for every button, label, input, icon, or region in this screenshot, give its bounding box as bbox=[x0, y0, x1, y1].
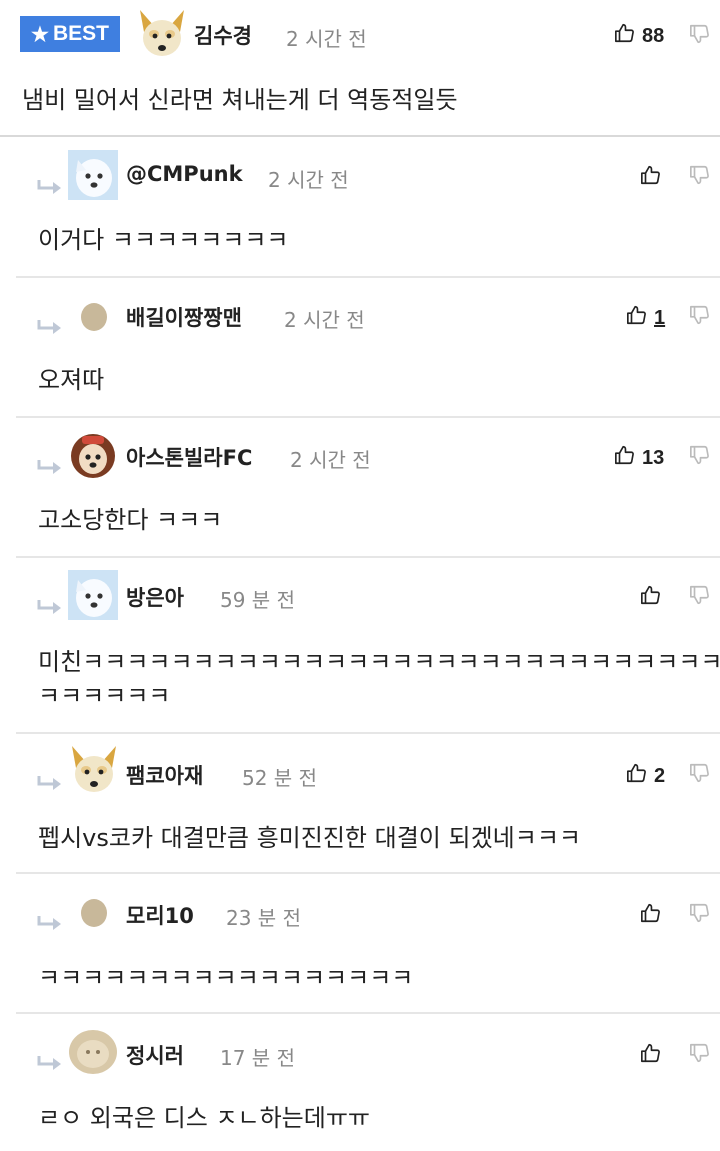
thumbs-up-icon bbox=[626, 762, 648, 790]
comment-body: 냄비 밀어서 신라면 쳐내는게 더 역동적일듯 bbox=[22, 86, 458, 114]
like-button[interactable]: 13 bbox=[614, 444, 664, 472]
like-count: 2 bbox=[654, 764, 666, 787]
reply-arrow-icon bbox=[36, 774, 62, 796]
dog-avatar-icon[interactable] bbox=[136, 8, 188, 60]
thumbs-down-icon[interactable] bbox=[689, 444, 711, 470]
blurry-avatar-icon[interactable] bbox=[68, 1028, 118, 1076]
thumbs-down-icon[interactable] bbox=[689, 1042, 711, 1068]
dog-avatar-icon[interactable] bbox=[68, 744, 120, 796]
like-count: 1 bbox=[654, 306, 666, 329]
comment-author[interactable]: 배길이짱짱맨 bbox=[126, 302, 242, 332]
thumbs-down-icon[interactable] bbox=[689, 902, 711, 928]
thumbs-up-icon bbox=[626, 304, 648, 332]
like-button[interactable]: 88 bbox=[614, 22, 664, 50]
thumbs-down-icon[interactable] bbox=[689, 23, 711, 49]
comment-body: 이거다 ㅋㅋㅋㅋㅋㅋㅋㅋ bbox=[38, 226, 289, 254]
like-count: 88 bbox=[642, 24, 665, 47]
thumbs-down-icon[interactable] bbox=[689, 164, 711, 190]
reply-comment: 방은아 59 분 전 미친ㅋㅋㅋㅋㅋㅋㅋㅋㅋㅋㅋㅋㅋㅋㅋㅋㅋㅋㅋㅋㅋㅋㅋㅋㅋㅋㅋ… bbox=[16, 556, 720, 734]
comment-author[interactable]: 김수경 bbox=[194, 20, 252, 50]
comment-time: 17 분 전 bbox=[220, 1046, 295, 1070]
thumbs-down-icon[interactable] bbox=[689, 762, 711, 788]
reply-arrow-icon bbox=[36, 458, 62, 480]
comment-body-line1: 미친ㅋㅋㅋㅋㅋㅋㅋㅋㅋㅋㅋㅋㅋㅋㅋㅋㅋㅋㅋㅋㅋㅋㅋㅋㅋㅋㅋㅋㅋ bbox=[38, 648, 720, 676]
comment-author[interactable]: 아스톤빌라FC bbox=[126, 442, 252, 472]
like-count: 13 bbox=[642, 446, 665, 469]
comment-body: 펩시vs코카 대결만큼 흥미진진한 대결이 되겠네ㅋㅋㅋ bbox=[38, 824, 581, 852]
best-badge-label: BEST bbox=[52, 22, 109, 45]
white-dog-avatar-icon[interactable] bbox=[68, 150, 118, 200]
comment-author[interactable]: 모리10 bbox=[126, 900, 194, 930]
thumbs-down-icon[interactable] bbox=[689, 584, 711, 610]
thumbs-up-icon bbox=[640, 584, 662, 612]
like-button[interactable] bbox=[640, 902, 668, 930]
puppy-avatar-icon[interactable] bbox=[68, 430, 118, 480]
star-icon: ★ bbox=[31, 23, 49, 46]
default-avatar-icon[interactable] bbox=[80, 898, 108, 928]
comment-time: 2 시간 전 bbox=[290, 448, 371, 472]
reply-comment: @CMPunk 2 시간 전 이거다 ㅋㅋㅋㅋㅋㅋㅋㅋ bbox=[16, 136, 720, 278]
comments-page: ★ BEST 김수경 2 시간 전 88 냄비 밀어서 신라면 쳐내는게 더 역… bbox=[0, 0, 720, 1151]
comment-body: 오져따 bbox=[38, 366, 105, 394]
thumbs-up-icon bbox=[614, 444, 636, 472]
like-button[interactable] bbox=[640, 1042, 668, 1070]
comment-time: 23 분 전 bbox=[226, 906, 301, 930]
comment-time: 59 분 전 bbox=[220, 588, 295, 612]
comment-body-line2: ㅋㅋㅋㅋㅋㅋ bbox=[38, 682, 171, 710]
reply-comment: 모리10 23 분 전 ㅋㅋㅋㅋㅋㅋㅋㅋㅋㅋㅋㅋㅋㅋㅋㅋㅋ bbox=[16, 872, 720, 1014]
comment-body: ㄹㅇ 외국은 디스 ㅈㄴ하는데ㅠㅠ bbox=[38, 1104, 371, 1132]
comment-author[interactable]: @CMPunk bbox=[126, 162, 243, 186]
thumbs-up-icon bbox=[640, 164, 662, 192]
reply-arrow-icon bbox=[36, 318, 62, 340]
comment-time: 52 분 전 bbox=[242, 766, 317, 790]
reply-arrow-icon bbox=[36, 914, 62, 936]
thumbs-up-icon bbox=[614, 22, 636, 50]
reply-arrow-icon bbox=[36, 178, 62, 200]
comment-time: 2 시간 전 bbox=[284, 308, 365, 332]
like-button[interactable]: 1 bbox=[626, 304, 665, 332]
reply-arrow-icon bbox=[36, 1054, 62, 1076]
reply-arrow-icon bbox=[36, 598, 62, 620]
like-button[interactable]: 2 bbox=[626, 762, 665, 790]
reply-comment: 정시러 17 분 전 ㄹㅇ 외국은 디스 ㅈㄴ하는데ㅠㅠ bbox=[16, 1012, 720, 1151]
reply-comment: 아스톤빌라FC 2 시간 전 13 고소당한다 ㅋㅋㅋ bbox=[16, 416, 720, 558]
reply-comment: 팸코아재 52 분 전 2 펩시vs코카 대결만큼 흥미진진한 대결이 되겠네ㅋ… bbox=[16, 732, 720, 874]
thumbs-up-icon bbox=[640, 1042, 662, 1070]
reply-comment: 배길이짱짱맨 2 시간 전 1 오져따 bbox=[16, 276, 720, 418]
comment-author[interactable]: 정시러 bbox=[126, 1040, 184, 1070]
best-comment: ★ BEST 김수경 2 시간 전 88 냄비 밀어서 신라면 쳐내는게 더 역… bbox=[0, 0, 720, 137]
white-dog-avatar-icon[interactable] bbox=[68, 570, 118, 620]
like-button[interactable] bbox=[640, 584, 668, 612]
comment-author[interactable]: 팸코아재 bbox=[126, 760, 203, 790]
default-avatar-icon[interactable] bbox=[80, 302, 108, 332]
comment-author[interactable]: 방은아 bbox=[126, 582, 184, 612]
comment-time: 2 시간 전 bbox=[268, 168, 349, 192]
comment-body: 고소당한다 ㅋㅋㅋ bbox=[38, 506, 223, 534]
comment-body: ㅋㅋㅋㅋㅋㅋㅋㅋㅋㅋㅋㅋㅋㅋㅋㅋㅋ bbox=[38, 964, 414, 992]
thumbs-up-icon bbox=[640, 902, 662, 930]
like-button[interactable] bbox=[640, 164, 668, 192]
comment-time: 2 시간 전 bbox=[286, 27, 367, 51]
best-badge: ★ BEST bbox=[20, 16, 120, 52]
thumbs-down-icon[interactable] bbox=[689, 304, 711, 330]
